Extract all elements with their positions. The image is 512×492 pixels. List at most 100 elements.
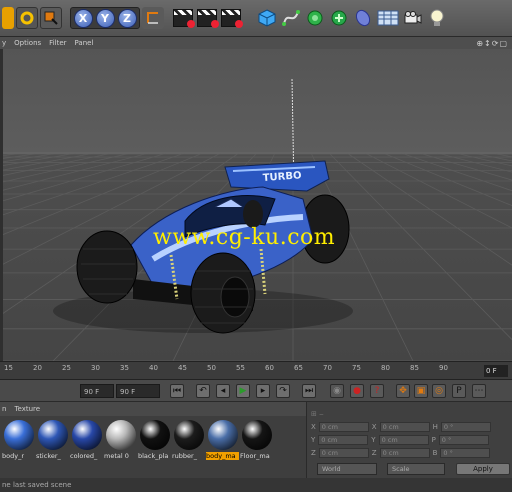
array-icon[interactable] <box>328 7 350 29</box>
material-label: black_pla <box>138 452 169 460</box>
material-preview <box>72 420 102 450</box>
coord-value-field[interactable]: 0 ° <box>440 447 491 458</box>
3d-viewport[interactable]: TURBO www.cg-ku.com <box>0 49 512 361</box>
next-key-icon[interactable]: ↷ <box>276 384 290 398</box>
cinema4d-window: X Y Z y Options Filter Panel ⊕↕⟳▢ TURBO … <box>0 0 512 492</box>
coord-axis-label: P <box>431 435 436 444</box>
timeline-tick: 20 <box>33 364 42 372</box>
viewport-nav-icons[interactable]: ⊕↕⟳▢ <box>476 39 508 48</box>
coord-header: ⊞ ‒ <box>311 409 324 418</box>
autokey-icon[interactable]: ● <box>350 384 364 398</box>
key-position-icon[interactable]: ✥ <box>396 384 410 398</box>
rc-car-model[interactable]: TURBO <box>3 49 512 361</box>
go-to-start-icon[interactable]: ⏮ <box>170 384 184 398</box>
timeline-tick: 40 <box>149 364 158 372</box>
coord-value-field[interactable]: 0 cm <box>379 421 430 432</box>
main-toolbar: X Y Z <box>0 0 512 37</box>
end-frame-field[interactable]: 90 F <box>116 384 160 398</box>
material-preview <box>208 420 238 450</box>
rotate-icon[interactable] <box>16 7 38 29</box>
rear-left-rim <box>220 276 250 318</box>
z-axis-icon[interactable]: Z <box>117 8 137 28</box>
material-label: colored_ <box>70 452 98 460</box>
menu-item-texture[interactable]: Texture <box>14 405 40 413</box>
front-right-wheel <box>243 200 263 228</box>
coord-axis-label: B <box>432 448 438 457</box>
keyframe-help-icon[interactable]: ? <box>370 384 384 398</box>
timeline-tick: 15 <box>4 364 13 372</box>
material-swatch[interactable]: black_pla <box>138 420 171 465</box>
coord-scale-select[interactable]: Scale <box>387 463 445 475</box>
coord-value-field[interactable]: 0 cm <box>318 434 369 445</box>
material-preview <box>174 420 204 450</box>
coord-value-field[interactable]: 0 cm <box>378 434 429 445</box>
timeline-tick: 90 <box>439 364 448 372</box>
render-active-icon[interactable] <box>196 7 219 29</box>
material-swatch[interactable]: body_ma <box>206 420 239 465</box>
go-to-end-icon[interactable]: ⏭ <box>302 384 316 398</box>
coord-value-field[interactable]: 0 cm <box>318 447 369 458</box>
prev-frame-icon[interactable]: ◂ <box>216 384 230 398</box>
coordinate-icon[interactable] <box>142 7 164 29</box>
coord-value-field[interactable]: 0 ° <box>440 421 491 432</box>
start-frame-field[interactable]: 90 F <box>80 384 114 398</box>
material-swatch[interactable]: colored_ <box>70 420 103 465</box>
material-swatch[interactable]: metal 0 <box>104 420 137 465</box>
play-icon[interactable]: ▶ <box>236 384 250 398</box>
coordinate-manager: ⊞ ‒ X0 cm X 0 cm H 0 ° Y 0 cm Y 0 cm P 0 ° Z 0 cm Z 0 … <box>306 402 512 478</box>
coord-row: Z0 cm Z 0 cm B 0 ° <box>311 447 491 458</box>
light-icon[interactable] <box>426 7 448 29</box>
key-rotation-icon[interactable]: ◎ <box>432 384 446 398</box>
render-settings-icon[interactable] <box>220 7 243 29</box>
coord-axis-label: Y <box>371 435 376 444</box>
material-swatch[interactable]: sticker_ <box>36 420 69 465</box>
material-label: Floor_ma <box>240 452 270 460</box>
status-bar: ne last saved scene <box>0 478 512 492</box>
key-parameter-icon[interactable]: P <box>452 384 466 398</box>
motion-record-icon[interactable]: ◉ <box>330 384 344 398</box>
material-preview <box>140 420 170 450</box>
key-scale-icon[interactable]: ▣ <box>414 384 428 398</box>
material-swatch[interactable]: body_r <box>2 420 35 465</box>
menu-item-view[interactable]: y <box>2 39 6 47</box>
y-axis-icon[interactable]: Y <box>95 8 115 28</box>
deformer-icon[interactable] <box>352 7 374 29</box>
render-view-icon[interactable] <box>172 7 195 29</box>
scene-icon[interactable] <box>376 7 400 29</box>
coord-axis-label: Z <box>311 448 316 457</box>
x-axis-icon[interactable]: X <box>73 8 93 28</box>
prev-key-icon[interactable]: ↶ <box>196 384 210 398</box>
material-menubar: n Texture <box>0 402 306 416</box>
watermark-text: www.cg-ku.com <box>153 225 336 250</box>
material-preview <box>4 420 34 450</box>
coord-value-field[interactable]: 0 cm <box>318 421 369 432</box>
menu-item-filter[interactable]: Filter <box>49 39 66 47</box>
coord-value-field[interactable]: 0 cm <box>379 447 430 458</box>
material-label: rubber_ <box>172 452 197 460</box>
move-icon[interactable] <box>2 7 14 29</box>
current-frame-field[interactable]: 0 F <box>484 365 508 377</box>
timeline-ruler[interactable]: 15 20 25 30 35 40 45 50 55 60 65 70 75 80 85 90 0 F <box>0 361 512 380</box>
key-pla-icon[interactable]: ⋯ <box>472 384 486 398</box>
coord-axis-label: Y <box>311 435 316 444</box>
menu-item-function[interactable]: n <box>2 405 6 413</box>
coord-mode-select[interactable]: World <box>317 463 377 475</box>
coord-axis-label: Z <box>371 448 377 457</box>
next-frame-icon[interactable]: ▸ <box>256 384 270 398</box>
material-swatch[interactable]: Floor_ma <box>240 420 273 465</box>
camera-icon[interactable] <box>402 7 424 29</box>
timeline-tick: 65 <box>294 364 303 372</box>
nurbs-icon[interactable] <box>304 7 326 29</box>
apply-button[interactable]: Apply <box>456 463 510 475</box>
viewport-menubar: y Options Filter Panel ⊕↕⟳▢ <box>0 37 512 49</box>
menu-item-panel[interactable]: Panel <box>75 39 94 47</box>
menu-item-options[interactable]: Options <box>14 39 41 47</box>
material-preview <box>38 420 68 450</box>
coord-value-field[interactable]: 0 ° <box>438 434 489 445</box>
spline-icon[interactable] <box>280 7 302 29</box>
timeline-tick: 25 <box>62 364 71 372</box>
timeline-tick: 45 <box>178 364 187 372</box>
material-swatch[interactable]: rubber_ <box>172 420 205 465</box>
cube-icon[interactable] <box>256 7 278 29</box>
select-icon[interactable] <box>40 7 62 29</box>
